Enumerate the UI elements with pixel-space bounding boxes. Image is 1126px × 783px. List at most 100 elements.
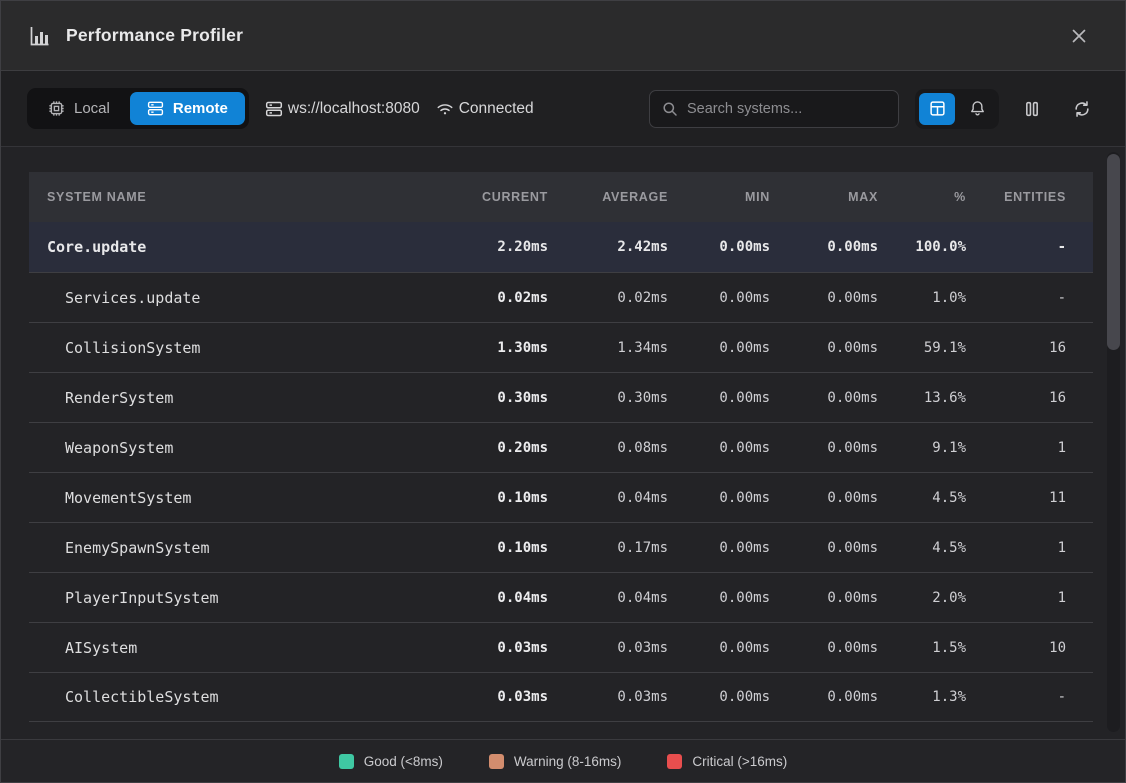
table-header-row: SYSTEM NAME CURRENT AVERAGE MIN MAX % EN… <box>29 172 1093 222</box>
table-row[interactable]: Core.update 2.20ms 2.42ms 0.00ms 0.00ms … <box>29 222 1093 272</box>
current-cell: 0.10ms <box>433 490 548 506</box>
close-button[interactable] <box>1065 22 1093 50</box>
table-icon <box>929 100 946 117</box>
mode-switch: Local Remote <box>27 88 249 129</box>
column-header-system-name[interactable]: SYSTEM NAME <box>47 190 433 204</box>
legend-item: Critical (>16ms) <box>667 754 787 769</box>
min-cell: 0.00ms <box>668 440 770 456</box>
entities-cell: 16 <box>966 340 1066 356</box>
legend-item: Good (<8ms) <box>339 754 443 769</box>
alerts-button[interactable] <box>959 93 995 125</box>
legend-label: Critical (>16ms) <box>692 754 787 769</box>
system-name-cell: MovementSystem <box>47 489 433 507</box>
ws-url-display: ws://localhost:8080 <box>265 100 420 118</box>
system-name-cell: RenderSystem <box>47 389 433 407</box>
current-cell: 0.02ms <box>433 290 548 306</box>
column-header-entities[interactable]: ENTITIES <box>966 190 1066 204</box>
ws-url-text: ws://localhost:8080 <box>288 100 420 118</box>
pause-icon <box>1023 100 1041 118</box>
table-row[interactable]: MovementSystem 0.10ms 0.04ms 0.00ms 0.00… <box>29 472 1093 522</box>
system-name-cell: AISystem <box>47 639 433 657</box>
current-cell: 0.30ms <box>433 390 548 406</box>
remote-mode-button[interactable]: Remote <box>130 92 245 125</box>
title-bar: Performance Profiler <box>1 1 1125 71</box>
max-cell: 0.00ms <box>770 390 878 406</box>
pause-button[interactable] <box>1015 92 1049 126</box>
legend-label: Good (<8ms) <box>364 754 443 769</box>
scrollbar-track[interactable] <box>1107 152 1120 732</box>
column-header-current[interactable]: CURRENT <box>433 190 548 204</box>
scrollbar-thumb[interactable] <box>1107 154 1120 350</box>
current-cell: 2.20ms <box>433 239 548 255</box>
min-cell: 0.00ms <box>668 290 770 306</box>
table-row[interactable]: Services.update 0.02ms 0.02ms 0.00ms 0.0… <box>29 272 1093 322</box>
column-header-max[interactable]: MAX <box>770 190 878 204</box>
refresh-icon <box>1073 100 1091 118</box>
current-cell: 1.30ms <box>433 340 548 356</box>
toolbar: Local Remote <box>1 71 1125 147</box>
server-icon <box>265 100 283 118</box>
refresh-button[interactable] <box>1065 92 1099 126</box>
table-view-button[interactable] <box>919 93 955 125</box>
search-input[interactable] <box>687 101 886 117</box>
bell-icon <box>969 100 986 117</box>
min-cell: 0.00ms <box>668 490 770 506</box>
table-row[interactable]: AISystem 0.03ms 0.03ms 0.00ms 0.00ms 1.5… <box>29 622 1093 672</box>
table-row[interactable]: WeaponSystem 0.20ms 0.08ms 0.00ms 0.00ms… <box>29 422 1093 472</box>
max-cell: 0.00ms <box>770 440 878 456</box>
system-name-cell: CollisionSystem <box>47 339 433 357</box>
average-cell: 0.03ms <box>548 640 668 656</box>
wifi-icon <box>436 100 454 118</box>
server-icon <box>147 100 164 117</box>
local-mode-button[interactable]: Local <box>31 92 127 125</box>
column-header-average[interactable]: AVERAGE <box>548 190 668 204</box>
average-cell: 0.17ms <box>548 540 668 556</box>
min-cell: 0.00ms <box>668 640 770 656</box>
table-row[interactable]: PlayerInputSystem 0.04ms 0.04ms 0.00ms 0… <box>29 572 1093 622</box>
min-cell: 0.00ms <box>668 689 770 705</box>
table-row[interactable]: RenderSystem 0.30ms 0.30ms 0.00ms 0.00ms… <box>29 372 1093 422</box>
table-row[interactable]: CollectibleSystem 0.03ms 0.03ms 0.00ms 0… <box>29 672 1093 722</box>
entities-cell: 1 <box>966 590 1066 606</box>
average-cell: 0.08ms <box>548 440 668 456</box>
average-cell: 0.30ms <box>548 390 668 406</box>
entities-cell: 1 <box>966 440 1066 456</box>
average-cell: 0.04ms <box>548 590 668 606</box>
percent-cell: 59.1% <box>878 340 966 356</box>
max-cell: 0.00ms <box>770 640 878 656</box>
percent-cell: 9.1% <box>878 440 966 456</box>
percent-cell: 13.6% <box>878 390 966 406</box>
legend: Good (<8ms) Warning (8-16ms) Critical (>… <box>1 739 1125 782</box>
percent-cell: 100.0% <box>878 239 966 255</box>
page-title: Performance Profiler <box>66 25 243 46</box>
average-cell: 0.04ms <box>548 490 668 506</box>
performance-profiler-window: Performance Profiler Local <box>0 0 1126 783</box>
column-header-percent[interactable]: % <box>878 190 966 204</box>
current-cell: 0.03ms <box>433 640 548 656</box>
average-cell: 0.03ms <box>548 689 668 705</box>
current-cell: 0.03ms <box>433 689 548 705</box>
min-cell: 0.00ms <box>668 239 770 255</box>
main-content: SYSTEM NAME CURRENT AVERAGE MIN MAX % EN… <box>1 147 1125 739</box>
column-header-min[interactable]: MIN <box>668 190 770 204</box>
percent-cell: 1.3% <box>878 689 966 705</box>
entities-cell: 10 <box>966 640 1066 656</box>
max-cell: 0.00ms <box>770 290 878 306</box>
system-name-cell: Core.update <box>47 238 433 256</box>
max-cell: 0.00ms <box>770 590 878 606</box>
system-name-cell: EnemySpawnSystem <box>47 539 433 557</box>
table-row[interactable]: CollisionSystem 1.30ms 1.34ms 0.00ms 0.0… <box>29 322 1093 372</box>
systems-table: SYSTEM NAME CURRENT AVERAGE MIN MAX % EN… <box>29 172 1093 722</box>
min-cell: 0.00ms <box>668 390 770 406</box>
table-row[interactable]: EnemySpawnSystem 0.10ms 0.17ms 0.00ms 0.… <box>29 522 1093 572</box>
min-cell: 0.00ms <box>668 340 770 356</box>
percent-cell: 2.0% <box>878 590 966 606</box>
max-cell: 0.00ms <box>770 239 878 255</box>
entities-cell: - <box>966 290 1066 306</box>
max-cell: 0.00ms <box>770 490 878 506</box>
table-body: Core.update 2.20ms 2.42ms 0.00ms 0.00ms … <box>29 222 1093 722</box>
local-mode-label: Local <box>74 100 110 117</box>
cpu-chip-icon <box>48 100 65 117</box>
legend-swatch-icon <box>667 754 682 769</box>
average-cell: 0.02ms <box>548 290 668 306</box>
